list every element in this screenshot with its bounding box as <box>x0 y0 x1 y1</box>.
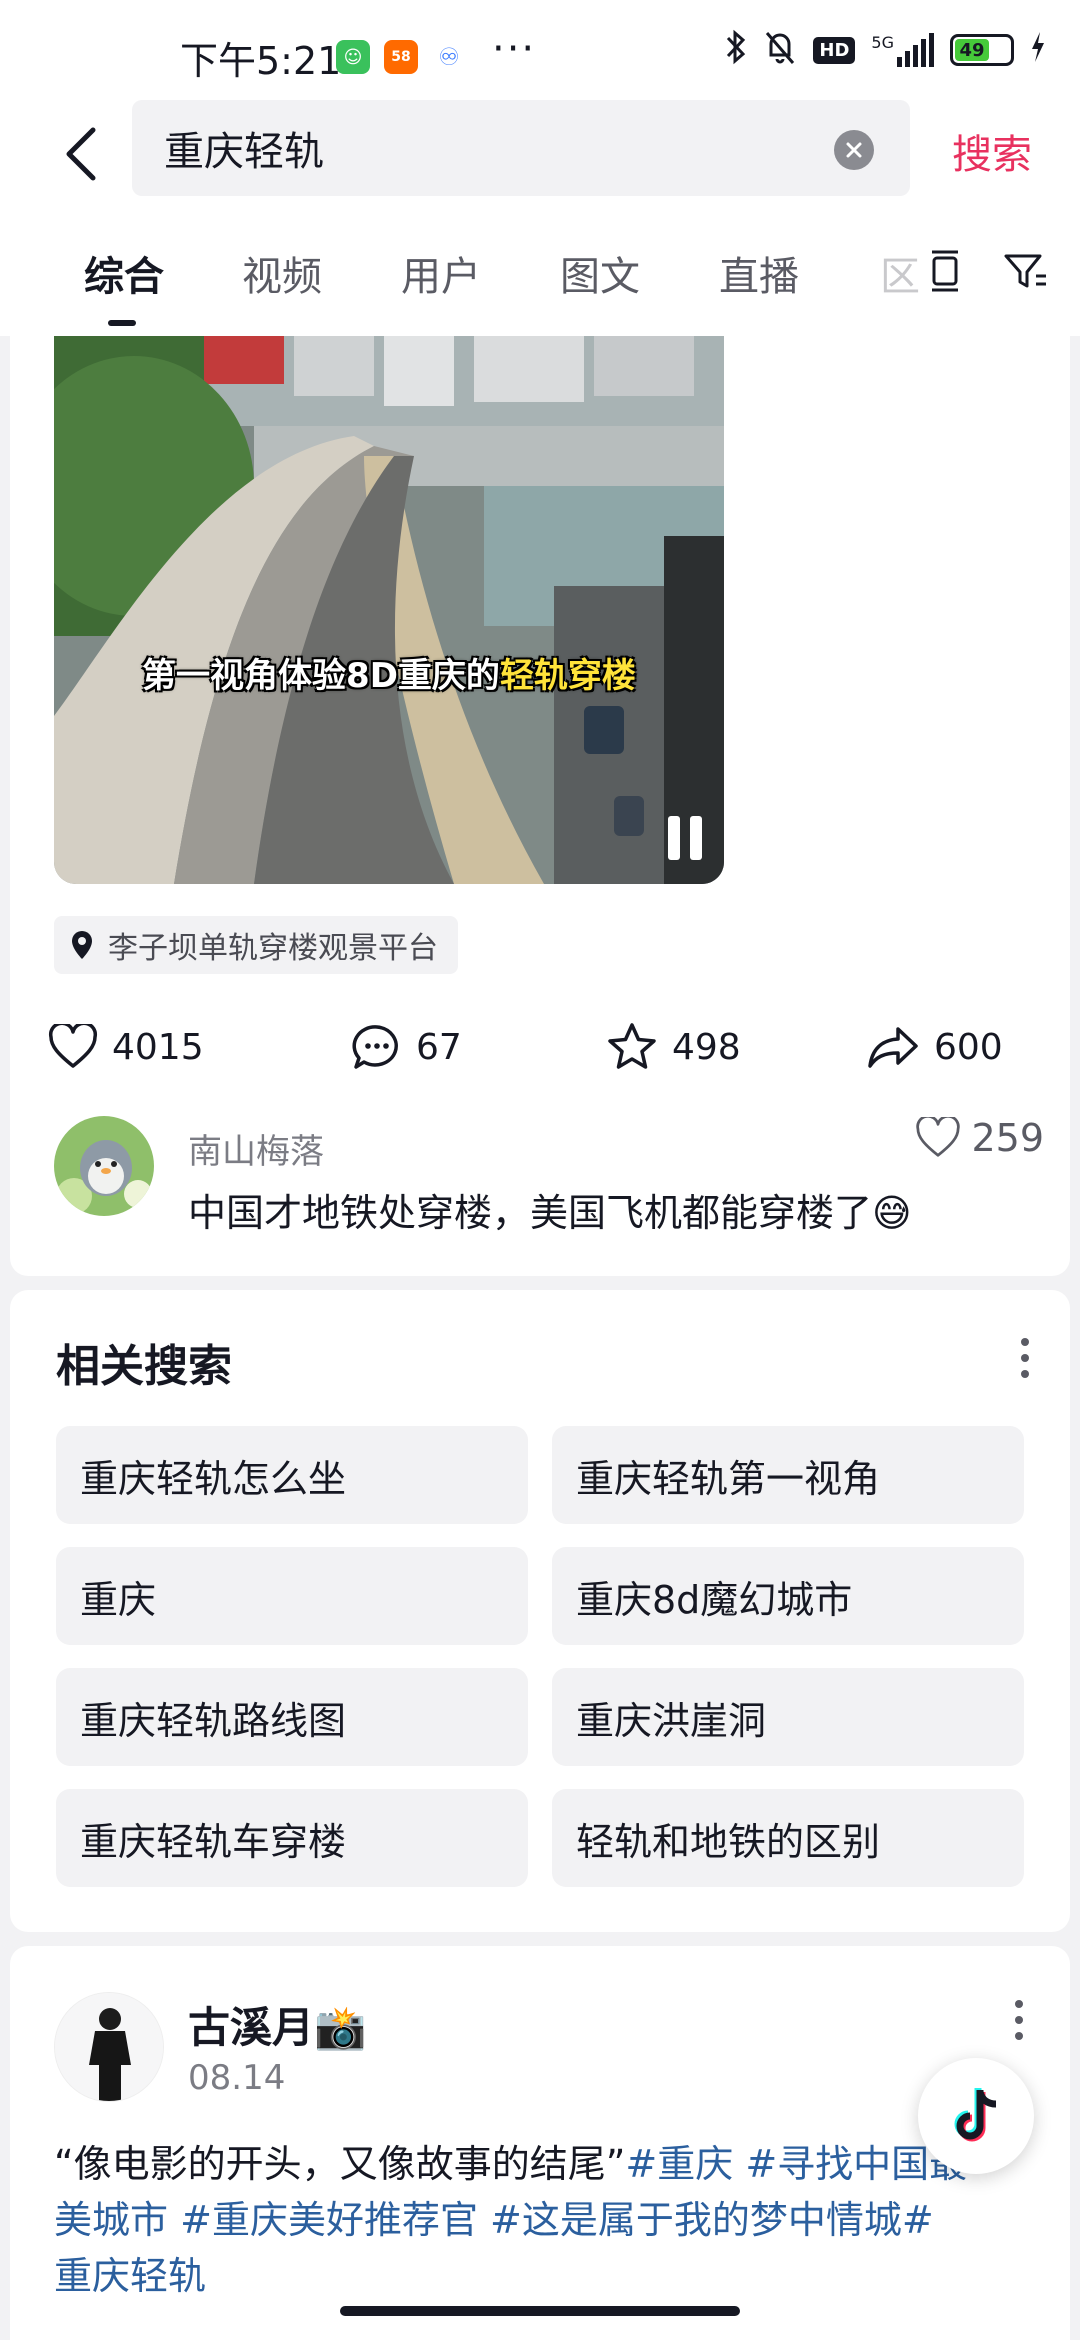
comment-text: 中国才地铁处穿楼，美国飞机都能穿楼了😅 <box>188 1182 912 1237</box>
related-search-item[interactable]: 重庆轻轨第一视角 <box>552 1426 1024 1524</box>
related-searches-card: 相关搜索 重庆轻轨怎么坐 重庆轻轨第一视角 重庆 重庆8d魔幻城市 重庆轻轨路线… <box>10 1290 1070 1932</box>
58-app-icon: 58 <box>384 40 418 74</box>
related-search-item[interactable]: 重庆轻轨车穿楼 <box>56 1789 528 1887</box>
more-notifications-icon: ··· <box>492 26 537 72</box>
comment-like-count: 259 <box>971 1116 1044 1160</box>
clear-search-button[interactable] <box>834 130 874 170</box>
caption-text: 第一视角体验8D重庆的 <box>142 656 500 696</box>
author-name[interactable]: 古溪月📸 <box>188 1994 366 2055</box>
hashtag-link[interactable]: #这是属于我的梦中情城# <box>490 2198 934 2242</box>
back-arrow-icon <box>66 127 96 181</box>
location-label: 李子坝单轨穿楼观景平台 <box>108 931 438 966</box>
post-date: 08.14 <box>188 2058 286 2098</box>
back-button[interactable] <box>52 122 108 186</box>
comment-button[interactable]: 67 <box>352 1012 462 1082</box>
hashtag-link[interactable]: 美城市 <box>54 2198 168 2242</box>
bluetooth-icon <box>725 29 747 72</box>
status-right: HD 5G 49 <box>725 29 1046 72</box>
like-count: 4015 <box>112 1026 204 1068</box>
star-icon <box>608 1023 656 1069</box>
search-tabs: 综合 视频 用户 图文 直播 区 <box>0 216 1080 336</box>
pause-icon[interactable] <box>668 816 708 860</box>
tab-live[interactable]: 直播 <box>719 244 799 302</box>
home-indicator[interactable] <box>340 2306 740 2316</box>
search-input[interactable] <box>164 100 804 196</box>
location-tag[interactable]: 李子坝单轨穿楼观景平台 <box>54 916 458 974</box>
author-avatar[interactable] <box>54 1992 164 2102</box>
layout-toggle-icon[interactable] <box>920 246 970 296</box>
person-avatar-image <box>55 1993 163 2101</box>
cloud-app-icon: ♾ <box>432 40 466 74</box>
post-more-options-icon[interactable] <box>1014 2000 1024 2040</box>
related-search-item[interactable]: 重庆轻轨怎么坐 <box>56 1426 528 1524</box>
signal-icon: 5G <box>871 33 934 67</box>
comment-avatar[interactable] <box>54 1116 154 1216</box>
close-icon <box>846 142 862 158</box>
comment-count: 67 <box>416 1026 462 1068</box>
comment-like-button[interactable]: 259 <box>915 1116 1044 1160</box>
heart-icon <box>48 1024 98 1068</box>
tab-image-text[interactable]: 图文 <box>560 244 640 302</box>
video-caption: 第一视角体验8D重庆的轻轨穿楼 <box>54 648 724 697</box>
charging-icon <box>1030 31 1046 69</box>
network-type: 5G <box>871 33 894 52</box>
comment-icon <box>352 1025 398 1069</box>
camera-emoji: 📸 <box>314 2003 367 2052</box>
related-search-item[interactable]: 轻轨和地铁的区别 <box>552 1789 1024 1887</box>
douyin-logo-icon <box>954 2088 997 2142</box>
favorite-button[interactable]: 498 <box>606 1012 741 1082</box>
hashtag-link[interactable]: #重庆美好推荐官 <box>180 2198 478 2242</box>
share-arrow-icon <box>868 1027 918 1068</box>
hashtag-link[interactable]: #重庆 <box>625 2142 733 2186</box>
author-name-text: 古溪月 <box>188 2003 315 2052</box>
post-text: “像电影的开头，又像故事的结尾”#重庆 #寻找中国最 美城市 #重庆美好推荐官 #… <box>54 2136 1034 2304</box>
hd-badge: HD <box>813 36 856 64</box>
mute-bell-icon <box>763 29 797 72</box>
video-frame-image <box>54 336 724 884</box>
search-button[interactable]: 搜索 <box>952 122 1032 180</box>
tab-more-partial[interactable]: 区 <box>880 244 920 302</box>
post-quote: “像电影的开头，又像故事的结尾” <box>54 2142 626 2186</box>
video-post-card: 第一视角体验8D重庆的轻轨穿楼 李子坝单轨穿楼观景平台 4015 67 498 … <box>10 336 1070 1276</box>
top-comment[interactable]: 南山梅落 中国才地铁处穿楼，美国飞机都能穿楼了😅 259 <box>54 1116 1044 1246</box>
next-post-card: 古溪月📸 08.14 “像电影的开头，又像故事的结尾”#重庆 #寻找中国最 美城市… <box>10 1946 1070 2340</box>
wechat-notification-icon: ☺ <box>336 40 370 74</box>
related-search-item[interactable]: 重庆轻轨路线图 <box>56 1668 528 1766</box>
hashtag-link[interactable]: 重庆轻轨 <box>54 2254 206 2298</box>
comment-author[interactable]: 南山梅落 <box>188 1124 324 1173</box>
status-bar: 下午5:21 ☺ 58 ♾ ··· HD 5G 49 <box>0 0 1080 96</box>
comment-body: 中国才地铁处穿楼，美国飞机都能穿楼了 <box>188 1191 873 1235</box>
related-search-item[interactable]: 重庆洪崖洞 <box>552 1668 1024 1766</box>
filter-icon[interactable] <box>1000 246 1050 296</box>
post-actions: 4015 67 498 600 <box>10 1012 1070 1082</box>
location-pin-icon <box>72 931 92 959</box>
video-player[interactable]: 第一视角体验8D重庆的轻轨穿楼 <box>54 336 724 884</box>
status-time: 下午5:21 <box>180 39 342 83</box>
more-options-icon[interactable] <box>1020 1338 1030 1378</box>
related-searches-title: 相关搜索 <box>56 1341 232 1392</box>
share-count: 600 <box>934 1026 1003 1068</box>
active-tab-indicator <box>108 320 136 326</box>
related-search-item[interactable]: 重庆 <box>56 1547 528 1645</box>
penguin-avatar-image <box>54 1116 154 1216</box>
heart-outline-icon <box>916 1117 961 1157</box>
caption-highlight: 轻轨穿楼 <box>499 656 636 696</box>
like-button[interactable]: 4015 <box>48 1012 204 1082</box>
comment-emoji: 😅 <box>872 1191 912 1235</box>
tab-video[interactable]: 视频 <box>242 244 322 302</box>
tab-users[interactable]: 用户 <box>401 244 481 302</box>
favorite-count: 498 <box>672 1026 741 1068</box>
battery-level: 49 <box>955 39 989 61</box>
search-header: 搜索 <box>0 96 1080 216</box>
battery-icon: 49 <box>950 34 1014 66</box>
share-button[interactable]: 600 <box>866 1012 1003 1082</box>
related-search-item[interactable]: 重庆8d魔幻城市 <box>552 1547 1024 1645</box>
douyin-home-button[interactable] <box>918 2058 1034 2174</box>
tab-general[interactable]: 综合 <box>84 244 164 302</box>
search-box[interactable] <box>132 100 910 196</box>
